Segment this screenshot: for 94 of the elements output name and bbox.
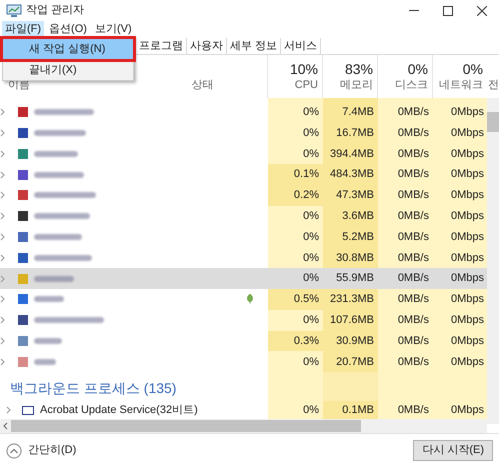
table-cell: 0% [268, 102, 323, 123]
table-cell: 0MB/s [378, 351, 433, 372]
window-title: 작업 관리자 [26, 3, 84, 18]
blurred-name [34, 254, 92, 261]
table-cell: 0Mbps [433, 226, 488, 248]
vertical-scrollbar[interactable] [487, 98, 499, 424]
table-cell: 0% [268, 144, 323, 164]
group-header[interactable]: 백그라운드 프로세스 (135) [0, 378, 268, 402]
window-icon [22, 406, 34, 415]
menu-item[interactable]: 보기(V) [92, 21, 135, 38]
leaf-icon [246, 294, 254, 304]
maximize-icon [443, 6, 453, 16]
blurred-name [34, 130, 86, 136]
table-cell: 0MB/s [378, 268, 433, 290]
blurred-name [34, 172, 84, 178]
table-cell: 0Mbps [433, 247, 488, 268]
table-cell: 0Mbps [433, 268, 488, 290]
table-cell: 55.9MB [323, 268, 378, 290]
table-cell: 0Mbps [433, 164, 488, 186]
table-cell: 0% [268, 247, 323, 268]
table-cell: 16.7MB [323, 122, 378, 144]
minimize-icon [409, 10, 419, 12]
horizontal-scrollbar[interactable] [0, 419, 487, 434]
table-cell: 0MB/s [378, 310, 433, 331]
table-cell: 0% [268, 351, 323, 372]
table-cell: 5.2MB [323, 226, 378, 248]
table-cell: 0MB/s [378, 206, 433, 227]
table-cell: 0% [268, 226, 323, 248]
menu-item[interactable]: 새 작업 실행(N) [3, 39, 133, 59]
table-cell: 7.4MB [323, 102, 378, 123]
tab[interactable]: 사용자 [187, 38, 227, 54]
close-icon [477, 6, 487, 16]
table-cell: 0Mbps [433, 102, 488, 123]
table-cell: 47.3MB [323, 185, 378, 206]
table-cell: 0Mbps [433, 401, 488, 420]
table-cell: 0Mbps [433, 289, 488, 310]
table-cell: 0MB/s [378, 247, 433, 268]
table-cell: 0MB/s [378, 401, 433, 420]
blurred-name [34, 338, 62, 344]
table-cell: 394.4MB [323, 144, 378, 164]
table-cell: 0Mbps [433, 310, 488, 331]
table-cell: 107.6MB [323, 310, 378, 331]
table-cell: 0Mbps [433, 206, 488, 227]
table-cell: 0% [268, 122, 323, 144]
table-cell: 0% [268, 206, 323, 227]
collapse-link[interactable]: 간단히(D) [28, 442, 76, 459]
menu-item[interactable]: 옵션(O) [46, 21, 90, 38]
table-cell: 0% [268, 401, 323, 420]
table-cell: 0MB/s [378, 122, 433, 144]
table-cell: 484.3MB [323, 164, 378, 186]
table-cell: 30.8MB [323, 247, 378, 268]
blurred-name [34, 213, 90, 220]
blurred-name [34, 192, 96, 198]
table-cell: 0MB/s [378, 102, 433, 123]
table-cell: 0.1% [268, 164, 323, 186]
collapse-icon[interactable] [6, 442, 22, 459]
table-cell: 0Mbps [433, 185, 488, 206]
table-cell: 0% [268, 310, 323, 331]
table-cell: 20.7MB [323, 351, 378, 372]
table-cell: 0MB/s [378, 330, 433, 352]
table-cell: 0MB/s [378, 144, 433, 164]
monitor-icon [6, 4, 22, 18]
table-cell: 0MB/s [378, 185, 433, 206]
table-cell: 0.2% [268, 185, 323, 206]
table-cell: 0Mbps [433, 330, 488, 352]
process-name: Acrobat Update Service(32비트) [40, 403, 198, 418]
column-header[interactable]: 전 [487, 54, 499, 98]
table-cell: 0Mbps [433, 351, 488, 372]
blurred-name [34, 109, 94, 116]
scroll-left-icon[interactable] [3, 422, 8, 430]
tab[interactable]: 서비스 [281, 38, 322, 54]
table-cell: 30.9MB [323, 330, 378, 352]
blurred-name [34, 150, 78, 157]
table-cell: 0% [268, 268, 323, 290]
blurred-name [34, 358, 56, 365]
table-cell: 3.6MB [323, 206, 378, 227]
blurred-name [34, 276, 74, 282]
menu-item[interactable]: 끝내기(X) [3, 63, 133, 78]
table-cell: 0Mbps [433, 122, 488, 144]
table-cell: 0.3% [268, 330, 323, 352]
menu-item[interactable]: 파일(F) [2, 21, 44, 38]
table-cell: 0.1MB [323, 401, 378, 420]
table-cell: 0MB/s [378, 226, 433, 248]
blurred-name [34, 296, 64, 302]
table-cell: 0Mbps [433, 144, 488, 164]
table-cell: 0MB/s [378, 164, 433, 186]
restart-button[interactable]: 다시 시작(E) [413, 440, 493, 462]
tab[interactable]: 세부 정보 [227, 38, 282, 54]
column-header[interactable]: 상태 [191, 77, 214, 94]
table-cell: 0MB/s [378, 289, 433, 310]
table-cell: 231.3MB [323, 289, 378, 310]
blurred-name [34, 234, 82, 240]
blurred-name [34, 317, 104, 324]
table-cell: 0.5% [268, 289, 323, 310]
